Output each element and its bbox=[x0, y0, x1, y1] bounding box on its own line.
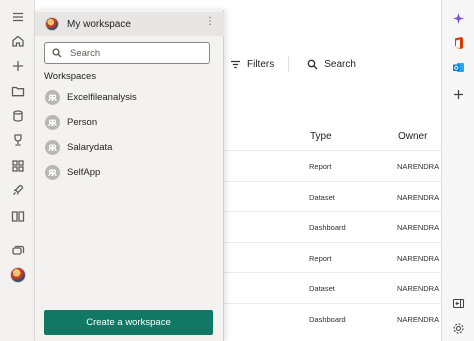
add-icon[interactable] bbox=[450, 86, 466, 102]
workspace-avatar[interactable] bbox=[10, 267, 26, 283]
my-workspace-header[interactable]: My workspace ⋮ bbox=[35, 12, 224, 36]
row-owner: NARENDRA K bbox=[397, 314, 446, 324]
hamburger-icon[interactable] bbox=[9, 8, 27, 26]
table-row[interactable]: Dataset NARENDRA K bbox=[223, 272, 446, 303]
row-type: Report bbox=[309, 162, 332, 171]
row-type: Dashboard bbox=[309, 314, 346, 324]
search-icon bbox=[52, 48, 62, 58]
goals-icon[interactable] bbox=[9, 131, 27, 149]
deployment-icon[interactable] bbox=[9, 181, 27, 199]
workspace-item-salarydata[interactable]: Salarydata bbox=[45, 140, 112, 155]
workspaces-icon[interactable] bbox=[9, 242, 27, 260]
workspace-name: Salarydata bbox=[67, 142, 113, 153]
row-type: Dataset bbox=[309, 192, 335, 202]
row-type: Dataset bbox=[309, 284, 335, 293]
search-icon bbox=[307, 59, 318, 69]
search-label: Search bbox=[324, 58, 356, 70]
search-placeholder: Search bbox=[70, 47, 101, 59]
column-header-type[interactable]: Type bbox=[310, 131, 332, 142]
content-table: Report NARENDRA K Dataset NARENDRA K Das… bbox=[223, 150, 446, 334]
row-owner: NARENDRA K bbox=[397, 253, 446, 263]
filters-label: Filters bbox=[247, 58, 275, 70]
workspace-icon bbox=[45, 90, 60, 105]
copilot-icon[interactable] bbox=[450, 10, 466, 26]
table-row[interactable]: Report NARENDRA K bbox=[223, 150, 446, 181]
workspace-item-person[interactable]: Person bbox=[45, 115, 97, 130]
workspaces-flyout: My workspace ⋮ Search Workspaces Excelfi… bbox=[35, 10, 224, 341]
create-workspace-button[interactable]: Create a workspace bbox=[44, 310, 213, 335]
content-toolbar: Filters Search bbox=[230, 56, 378, 72]
row-owner: NARENDRA K bbox=[397, 223, 446, 232]
table-row[interactable]: Report NARENDRA K bbox=[223, 241, 446, 273]
workspace-search-input[interactable]: Search bbox=[44, 42, 210, 64]
column-header-owner[interactable]: Owner bbox=[398, 131, 427, 142]
filter-icon bbox=[231, 60, 240, 68]
workspace-item-excelfileanalysis[interactable]: Excelfileanalysis bbox=[45, 90, 137, 105]
workspace-name: Excelfileanalysis bbox=[67, 92, 137, 103]
row-owner: NARENDRA K bbox=[397, 192, 446, 202]
row-owner: NARENDRA K bbox=[397, 162, 446, 171]
home-icon[interactable] bbox=[9, 32, 27, 50]
office-icon[interactable] bbox=[450, 34, 466, 50]
workspace-icon bbox=[45, 165, 60, 180]
learn-icon[interactable] bbox=[9, 207, 27, 225]
table-row[interactable]: Dataset NARENDRA K bbox=[223, 180, 446, 212]
outlook-icon[interactable] bbox=[450, 59, 466, 75]
datahub-icon[interactable] bbox=[9, 107, 27, 125]
workspace-name: Person bbox=[67, 117, 98, 128]
search-button[interactable]: Search bbox=[307, 59, 356, 70]
row-type: Dashboard bbox=[309, 223, 346, 232]
browser-sidebar bbox=[441, 0, 474, 341]
my-workspace-title: My workspace bbox=[67, 18, 131, 30]
workspace-icon bbox=[45, 115, 60, 130]
row-type: Report bbox=[309, 253, 332, 263]
more-options-icon[interactable]: ⋮ bbox=[205, 17, 215, 27]
workspace-item-selfapp[interactable]: SelfApp bbox=[45, 165, 100, 180]
row-owner: NARENDRA K bbox=[397, 284, 446, 293]
browse-icon[interactable] bbox=[9, 82, 27, 100]
toolbar-divider bbox=[288, 56, 290, 72]
create-icon[interactable] bbox=[9, 57, 27, 75]
table-row[interactable]: Dashboard NARENDRA K bbox=[223, 211, 446, 242]
app-window: Filters Search Type Owner Report NARENDR… bbox=[0, 0, 474, 341]
workspace-icon bbox=[45, 140, 60, 155]
my-workspace-avatar bbox=[45, 17, 59, 31]
settings-icon[interactable] bbox=[450, 320, 466, 336]
workspace-name: SelfApp bbox=[67, 167, 101, 178]
left-nav-rail bbox=[0, 0, 35, 341]
table-row[interactable]: Dashboard NARENDRA K bbox=[223, 302, 446, 334]
filters-button[interactable]: Filters bbox=[230, 59, 274, 70]
apps-icon[interactable] bbox=[9, 157, 27, 175]
workspaces-section-label: Workspaces bbox=[44, 71, 97, 82]
sidebar-collapse-icon[interactable] bbox=[450, 295, 466, 311]
